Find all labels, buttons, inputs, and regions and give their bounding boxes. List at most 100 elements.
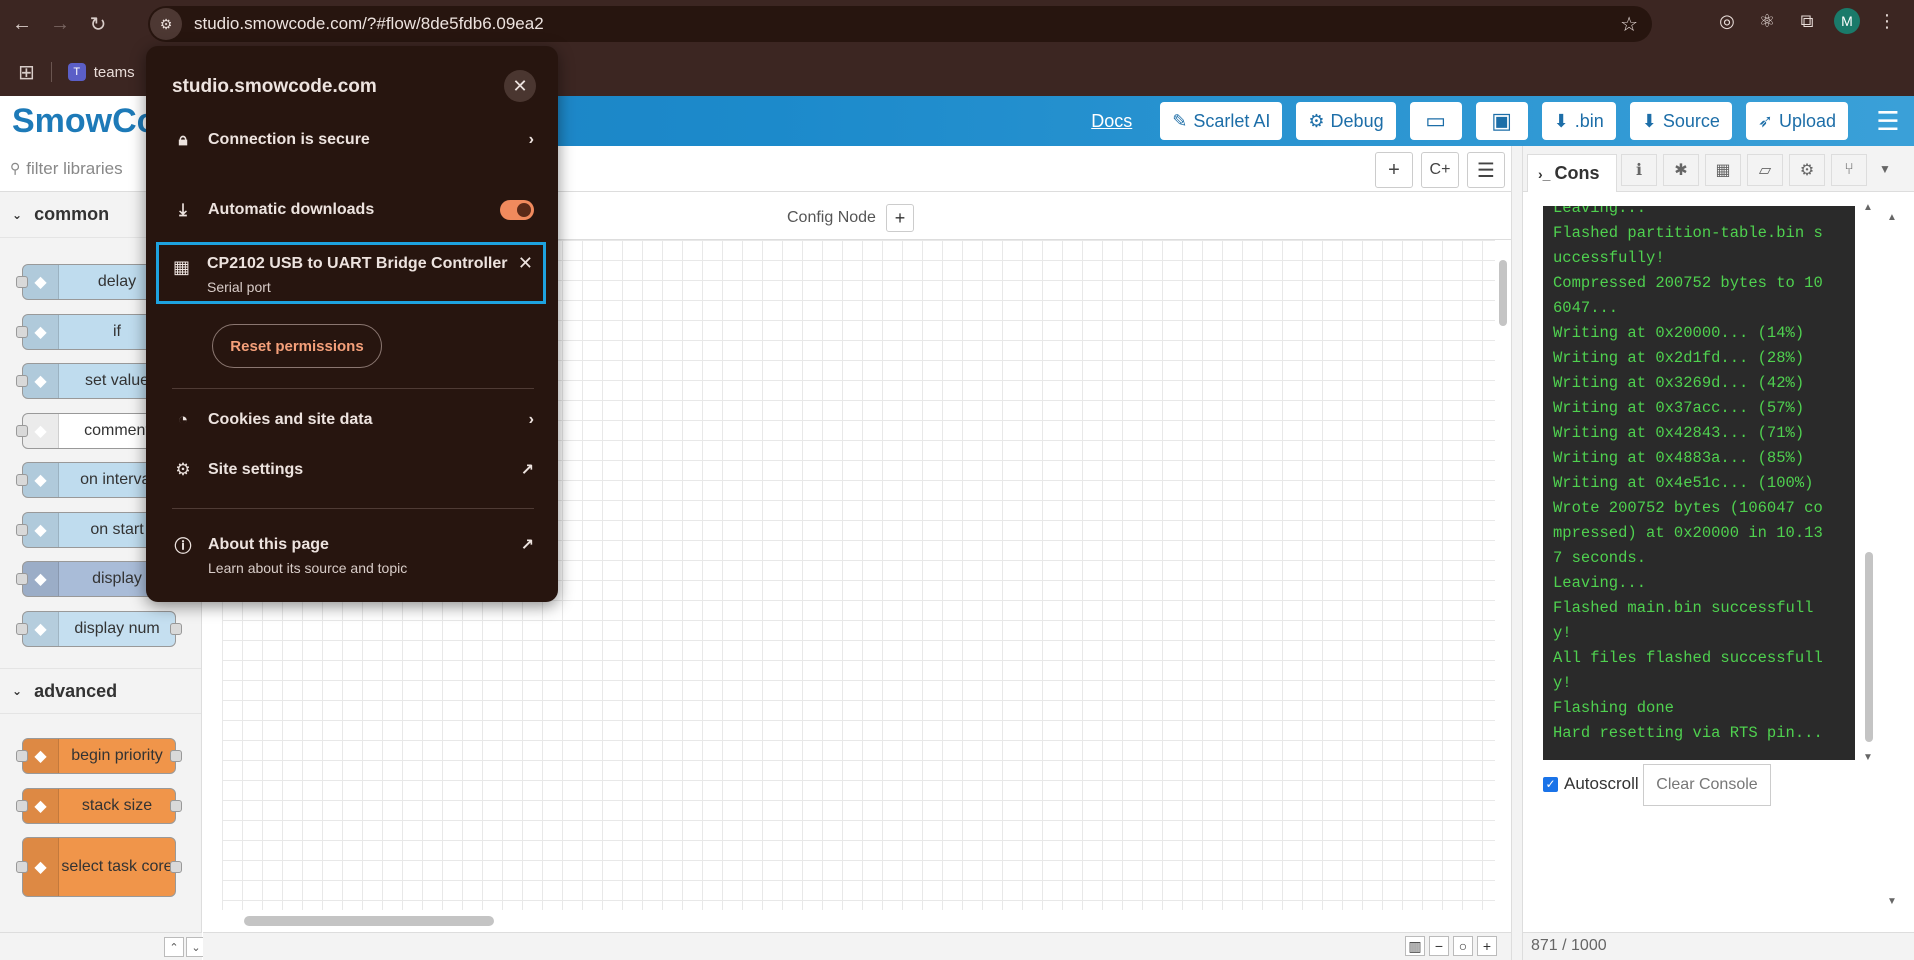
console-scrollbar[interactable]: ▲ ▼ xyxy=(1863,202,1875,763)
collapse-all-icon[interactable]: ⌃ xyxy=(164,937,184,957)
site-info-icon[interactable]: ⚙ xyxy=(150,8,182,40)
forward-icon[interactable]: → xyxy=(44,8,76,40)
palette-node[interactable]: ◆ stack size xyxy=(16,787,182,824)
horizontal-scroll-thumb[interactable] xyxy=(244,916,494,926)
bookmark-star-icon[interactable]: ☆ xyxy=(1620,12,1638,37)
upload-button[interactable]: ➶ Upload xyxy=(1745,102,1848,140)
node-icon: ◆ xyxy=(23,314,59,349)
console-scroll-thumb[interactable] xyxy=(1865,552,1873,742)
chevron-right-icon: › xyxy=(528,411,534,428)
about-page-row[interactable]: ⓘ About this page ↗ xyxy=(172,532,535,557)
sidebar-tab-dropdown-icon[interactable]: ▼ xyxy=(1879,162,1891,176)
palette-node[interactable]: ◆ select task core xyxy=(16,837,182,897)
settings-gear-icon: ⚙ xyxy=(175,460,191,479)
apps-grid-icon[interactable]: ⊞ xyxy=(18,60,35,85)
autoscroll-checkbox[interactable]: ✓ xyxy=(1543,776,1558,792)
console-line: Writing at 0x2d1fd... (28%) xyxy=(1553,349,1805,367)
profile-avatar[interactable]: M xyxy=(1834,8,1860,34)
close-icon[interactable]: ✕ xyxy=(504,70,536,102)
terminal-icon: ›_ xyxy=(1538,165,1551,182)
debug-bug-icon[interactable]: ✱ xyxy=(1663,154,1699,186)
node-input-port xyxy=(16,474,28,486)
palette-node[interactable]: ◆ display num xyxy=(16,610,182,647)
cookies-row[interactable]: ◔ Cookies and site data › xyxy=(172,410,534,430)
sidebar-scroll-down-icon[interactable]: ▼ xyxy=(1887,896,1897,907)
line-count: 871 / 1000 xyxy=(1523,932,1914,960)
sidebar-resize-handle[interactable] xyxy=(1511,146,1523,960)
scroll-down-icon[interactable]: ▼ xyxy=(1863,752,1873,763)
console-line: Writing at 0x4e51c... (100%) xyxy=(1553,474,1814,492)
scarlet-ai-button[interactable]: ✎ Scarlet AI xyxy=(1160,102,1283,140)
table-icon[interactable]: ▦ xyxy=(1705,154,1741,186)
flow-list-button[interactable]: ☰ xyxy=(1467,152,1505,188)
node-input-port xyxy=(16,622,28,635)
reload-icon[interactable]: ↻ xyxy=(82,8,114,40)
add-flow-button[interactable]: + xyxy=(1375,152,1413,188)
info-icon[interactable]: ℹ xyxy=(1621,154,1657,186)
download-bin-button[interactable]: ⬇ .bin xyxy=(1541,102,1616,140)
node-label: select task core xyxy=(61,858,173,875)
color-picker-extension-icon[interactable]: ◎ xyxy=(1714,8,1740,34)
console-line: uccessfully! xyxy=(1553,249,1665,267)
reset-permissions-button[interactable]: Reset permissions xyxy=(212,324,382,368)
folder-icon[interactable]: ▱ xyxy=(1747,154,1783,186)
scarlet-ai-label: Scarlet AI xyxy=(1193,110,1271,131)
connection-secure-row[interactable]: 🔒︎ Connection is secure › xyxy=(172,130,534,150)
serial-device-permission: ▦ CP2102 USB to UART Bridge Controller S… xyxy=(156,242,546,304)
save-button[interactable]: ▣ xyxy=(1475,102,1528,140)
console-line: Flashed partition-table.bin s xyxy=(1553,224,1823,242)
site-settings-row[interactable]: ⚙ Site settings ↗ xyxy=(172,460,534,480)
external-link-icon: ↗ xyxy=(520,536,534,554)
zoom-reset-button[interactable]: ○ xyxy=(1453,936,1473,956)
tab-console-label: Cons xyxy=(1554,163,1600,183)
dependencies-icon[interactable]: ⚙ xyxy=(1789,154,1825,186)
sidebar-scroll-up-icon[interactable]: ▲ xyxy=(1887,212,1897,223)
node-icon: ◆ xyxy=(23,562,59,596)
canvas-vertical-scrollbar[interactable] xyxy=(1495,240,1511,910)
git-branch-icon[interactable]: ⑂ xyxy=(1831,154,1867,186)
clear-console-button[interactable]: Clear Console xyxy=(1643,764,1771,806)
node-icon: ◆ xyxy=(23,512,59,547)
docs-link[interactable]: Docs xyxy=(1091,111,1132,132)
monitor-button[interactable]: ▭ xyxy=(1409,102,1462,140)
console-line: Writing at 0x4883a... (85%) xyxy=(1553,449,1805,467)
zoom-out-button[interactable]: − xyxy=(1429,936,1449,956)
url-text[interactable]: studio.smowcode.com/?#flow/8de5fdb6.09ea… xyxy=(194,14,544,34)
console-line: Compressed 200752 bytes to 10 xyxy=(1553,274,1823,292)
node-input-port xyxy=(16,750,28,762)
bookmark-teams[interactable]: T teams xyxy=(67,63,135,81)
zoom-in-button[interactable]: + xyxy=(1477,936,1497,956)
debug-label: Debug xyxy=(1330,110,1384,131)
autoscroll-toggle[interactable]: ✓ Autoscroll xyxy=(1543,774,1639,794)
scroll-up-icon[interactable]: ▲ xyxy=(1863,202,1873,213)
download-icon: ⬇ xyxy=(1553,110,1569,131)
back-icon[interactable]: ← xyxy=(6,8,38,40)
react-extension-icon[interactable]: ⚛ xyxy=(1754,8,1780,34)
address-bar[interactable]: ⚙ studio.smowcode.com/?#flow/8de5fdb6.09… xyxy=(148,6,1652,42)
config-node: Config Node + xyxy=(787,204,914,232)
node-input-port xyxy=(16,325,28,338)
debug-button[interactable]: ⚙ Debug xyxy=(1296,102,1396,140)
console-line: Writing at 0x42843... (71%) xyxy=(1553,424,1805,442)
revoke-device-icon[interactable]: ✕ xyxy=(518,253,533,274)
source-button[interactable]: ⬇ Source xyxy=(1629,102,1732,140)
map-icon[interactable]: ▥ xyxy=(1405,936,1425,956)
add-subflow-button[interactable]: C+ xyxy=(1421,152,1459,188)
bookmark-teams-label: teams xyxy=(93,63,135,81)
divider xyxy=(172,508,534,509)
device-name: CP2102 USB to UART Bridge Controller xyxy=(207,255,508,272)
tab-console[interactable]: ›_ Cons xyxy=(1527,154,1617,192)
chevron-right-icon: › xyxy=(528,131,534,148)
console-line: Leaving... xyxy=(1553,206,1647,217)
node-icon: ◆ xyxy=(23,739,59,773)
main-menu-icon[interactable]: ☰ xyxy=(1862,106,1914,137)
automatic-downloads-toggle[interactable] xyxy=(500,200,534,220)
canvas-horizontal-scrollbar[interactable] xyxy=(222,910,1495,932)
extensions-puzzle-icon[interactable]: ⧉ xyxy=(1794,8,1820,34)
browser-menu-icon[interactable]: ⋮ xyxy=(1874,8,1900,34)
vertical-scroll-thumb[interactable] xyxy=(1499,260,1507,326)
cookies-label: Cookies and site data xyxy=(208,411,373,428)
palette-node[interactable]: ◆ begin priority xyxy=(16,738,182,774)
category-advanced[interactable]: ⌄ advanced xyxy=(0,668,201,714)
add-config-node-button[interactable]: + xyxy=(885,204,914,232)
